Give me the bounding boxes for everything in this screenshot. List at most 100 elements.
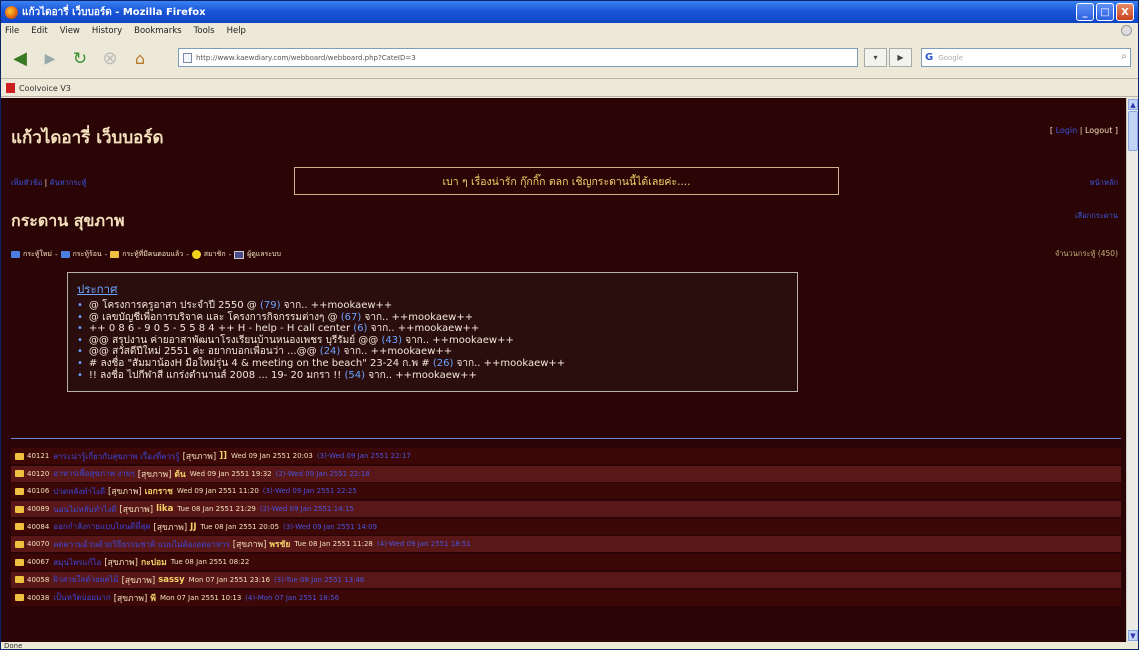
topic-author[interactable]: พี bbox=[150, 591, 156, 605]
bullet: • bbox=[77, 357, 83, 369]
reply-count: (6) bbox=[353, 323, 368, 335]
announcement-item[interactable]: • @ เลขบัญชีเพื่อการบริจาค และ โครงการกิจ… bbox=[77, 312, 797, 324]
announcement-item[interactable]: • @@ สวัสดีปีใหม่ 2551 ค่ะ อยากบอกเพื่อนว… bbox=[77, 346, 797, 358]
topic-last-reply[interactable]: (3)-Wed 09 Jan 2551 22:17 bbox=[317, 452, 411, 460]
announcement-text[interactable]: !! ลงชื่อ ไปกีฬาสี แกร่งตำนานส์ 2008 ...… bbox=[89, 370, 341, 381]
announcement-by: จาก.. ++mookaew++ bbox=[368, 369, 477, 381]
account-links: [ Login | Logout ] bbox=[1049, 126, 1118, 135]
folder-icon bbox=[15, 540, 24, 548]
topic-title-link[interactable]: สาระน่ารู้เกี่ยวกับสุขภาพ เรื่องที่ควรรู… bbox=[53, 450, 179, 463]
forward-arrow-icon[interactable]: ▶ bbox=[37, 46, 63, 72]
scrollbar[interactable]: ▲ ▼ bbox=[1126, 98, 1138, 642]
bullet: • bbox=[77, 311, 83, 323]
topic-author[interactable]: กะปอม bbox=[141, 555, 167, 569]
menu-help[interactable]: Help bbox=[227, 26, 246, 36]
menu-history[interactable]: History bbox=[92, 26, 122, 36]
page-content: แก้วไดอารี่ เว็บบอร์ด [ Login | Logout ]… bbox=[1, 98, 1126, 642]
folder-icon bbox=[15, 558, 24, 566]
topic-last-reply[interactable]: (2)-Wed 09 Jan 2551 14:15 bbox=[260, 505, 354, 513]
bullet: • bbox=[77, 323, 83, 335]
menu-edit[interactable]: Edit bbox=[31, 26, 47, 36]
scroll-thumb[interactable] bbox=[1128, 111, 1138, 151]
maximize-button[interactable]: □ bbox=[1096, 3, 1114, 21]
folder-icon bbox=[15, 505, 24, 513]
topic-last-reply[interactable]: (3)-Wed 09 Jan 2551 22:25 bbox=[263, 487, 357, 495]
topic-title-link[interactable]: ผิวสวยใสด้วยผลไม้ bbox=[53, 573, 118, 586]
announcement-text[interactable]: ++ 0 8 6 - 9 0 5 - 5 5 8 4 ++ H - help -… bbox=[89, 323, 350, 334]
bullet: • bbox=[77, 369, 83, 381]
firefox-icon bbox=[5, 5, 18, 19]
announcement-item[interactable]: • @@ สรุปงาน ค่ายอาสาพัฒนาโรงเรียนบ้านหนอ… bbox=[77, 335, 797, 347]
stop-icon[interactable]: ⊗ bbox=[97, 46, 123, 72]
announcement-heading[interactable]: ประกาศ bbox=[77, 281, 797, 299]
google-icon[interactable]: G bbox=[925, 52, 933, 63]
topic-title-link[interactable]: ลดความอ้วนด้วยวิธีธรรมชาติ แบบไม่ต้องอดอ… bbox=[53, 538, 230, 551]
topic-title-link[interactable]: นอนไม่หลับทำไงดี bbox=[53, 503, 116, 516]
scroll-up-icon[interactable]: ▲ bbox=[1128, 99, 1138, 110]
topic-author[interactable]: เอกราช bbox=[145, 484, 173, 498]
announcement-text[interactable]: @ โครงการครูอาสา ประจำปี 2550 @ bbox=[89, 300, 257, 311]
topic-title-link[interactable]: ปวดหลังทำไงดี bbox=[53, 485, 105, 498]
scroll-down-icon[interactable]: ▼ bbox=[1128, 630, 1138, 641]
announcement-text[interactable]: @@ สรุปงาน ค่ายอาสาพัฒนาโรงเรียนบ้านหนอง… bbox=[89, 335, 378, 346]
announcement-text[interactable]: # ลงชื่อ "สัมมาน้องH มือใหม่รุ่น 4 & mee… bbox=[89, 358, 430, 369]
search-icon[interactable]: ⌕ bbox=[1121, 51, 1127, 62]
logout-link[interactable]: Logout bbox=[1085, 126, 1112, 135]
menu-file[interactable]: File bbox=[5, 26, 19, 36]
topic-author[interactable]: sassy bbox=[158, 575, 184, 585]
announcement-item[interactable]: • @ โครงการครูอาสา ประจำปี 2550 @ (79) จา… bbox=[77, 300, 797, 312]
menu-tools[interactable]: Tools bbox=[194, 26, 215, 36]
topic-date: Mon 07 Jan 2551 10:13 bbox=[159, 593, 242, 602]
choose-board-link[interactable]: เลือกกระดาน bbox=[1075, 210, 1118, 222]
topic-last-reply[interactable]: (2)-Wed 09 Jan 2551 22:18 bbox=[276, 470, 370, 478]
login-link[interactable]: Login bbox=[1056, 126, 1078, 135]
topic-title-link[interactable]: ออกกำลังกายแบบไหนดีที่สุด bbox=[53, 520, 150, 533]
topic-title-link[interactable]: อาหารเพื่อสุขภาพ ง่ายๆ bbox=[53, 467, 135, 480]
search-topic-link[interactable]: ค้นหากระทู้ bbox=[50, 178, 87, 187]
topic-row: 40106 ปวดหลังทำไงดี [สุขภาพ] เอกราช Wed 09 J… bbox=[11, 483, 1121, 500]
announcement-text[interactable]: @@ สวัสดีปีใหม่ 2551 ค่ะ อยากบอกเพื่อนว่… bbox=[89, 346, 317, 357]
bookmark-item[interactable]: Coolvoice V3 bbox=[19, 84, 71, 93]
announcement-text[interactable]: @ เลขบัญชีเพื่อการบริจาค และ โครงการกิจก… bbox=[89, 312, 338, 323]
announcement-item[interactable]: • !! ลงชื่อ ไปกีฬาสี แกร่งตำนานส์ 2008 ..… bbox=[77, 370, 797, 382]
reply-count: (67) bbox=[340, 311, 362, 323]
home-link[interactable]: หน้าหลัก bbox=[1090, 177, 1118, 189]
new-topic-link[interactable]: เพิ่มหัวข้อ bbox=[11, 178, 42, 187]
topic-author[interactable]: ต้น bbox=[174, 467, 185, 481]
topic-category: [สุขภาพ] bbox=[104, 558, 138, 569]
folder-icon bbox=[15, 470, 24, 478]
minimize-button[interactable]: _ bbox=[1076, 3, 1094, 21]
announcement-item[interactable]: • ++ 0 8 6 - 9 0 5 - 5 5 8 4 ++ H - help … bbox=[77, 323, 797, 335]
topic-id: 40120 bbox=[27, 469, 50, 478]
topic-last-reply[interactable]: (4)-Mon 07 Jan 2551 18:56 bbox=[245, 594, 339, 602]
close-button[interactable]: X bbox=[1116, 3, 1134, 21]
topic-author[interactable]: ]] bbox=[219, 451, 227, 461]
legend-replied: กระทู้ที่มีคนตอบแล้ว bbox=[122, 250, 184, 258]
topic-last-reply[interactable]: (3)-Tue 08 Jan 2551 13:46 bbox=[274, 576, 364, 584]
topic-id: 40106 bbox=[27, 487, 50, 496]
bookmark-icon bbox=[6, 83, 15, 93]
url-controls: ▾ ▶ bbox=[864, 48, 914, 67]
topic-last-reply[interactable]: (3)-Wed 09 Jan 2551 14:09 bbox=[283, 523, 377, 531]
menu-bookmarks[interactable]: Bookmarks bbox=[134, 26, 182, 36]
go-arrow-icon[interactable]: ▶ bbox=[889, 48, 912, 67]
topic-category: [สุขภาพ] bbox=[108, 487, 142, 498]
search-input[interactable]: G Google ⌕ bbox=[921, 48, 1131, 67]
topic-author[interactable]: พรชัย bbox=[269, 537, 290, 551]
dropdown-arrow-icon[interactable]: ▾ bbox=[864, 48, 887, 67]
page-icon bbox=[183, 52, 192, 63]
reload-icon[interactable]: ↻ bbox=[67, 46, 93, 72]
topic-title-link[interactable]: เป็นหวัดบ่อยมาก bbox=[53, 591, 110, 604]
home-icon[interactable]: ⌂ bbox=[127, 46, 153, 72]
topic-author[interactable]: lika bbox=[156, 504, 173, 514]
back-arrow-icon[interactable]: ◀ bbox=[7, 46, 33, 72]
announcement-item[interactable]: • # ลงชื่อ "สัมมาน้องH มือใหม่รุ่น 4 & me… bbox=[77, 358, 797, 370]
status-bar: Done bbox=[4, 642, 23, 650]
search-placeholder: Google bbox=[938, 53, 963, 62]
window-title: แก้วไดอารี่ เว็บบอร์ด - Mozilla Firefox bbox=[22, 6, 206, 18]
menu-view[interactable]: View bbox=[60, 26, 80, 36]
url-input[interactable]: http://www.kaewdiary.com/webboard/webboa… bbox=[178, 48, 858, 67]
topic-author[interactable]: JJ bbox=[190, 522, 196, 532]
topic-last-reply[interactable]: (4)-Wed 09 Jan 2551 18:51 bbox=[377, 540, 471, 548]
topic-title-link[interactable]: สมุนไพรแก้ไอ bbox=[53, 556, 101, 569]
